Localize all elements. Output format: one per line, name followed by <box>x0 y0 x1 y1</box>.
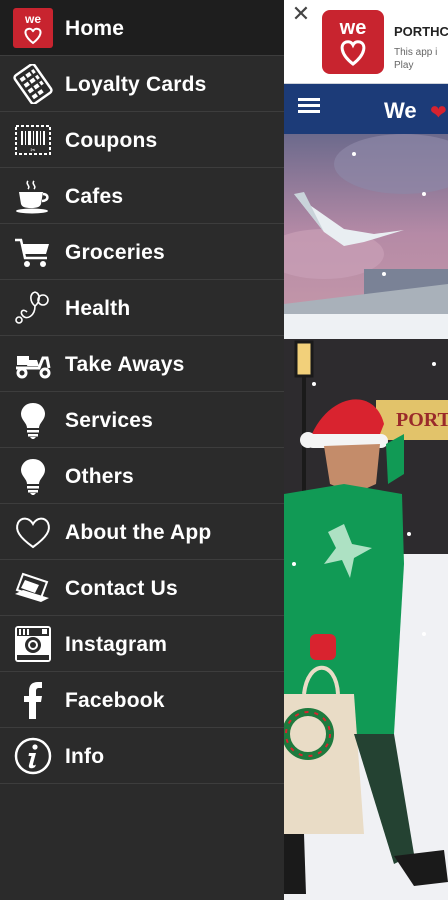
menu-item-groceries[interactable]: Groceries <box>0 224 284 280</box>
menu-item-info[interactable]: Info <box>0 728 284 784</box>
menu-item-facebook[interactable]: Facebook <box>0 672 284 728</box>
instagram-icon <box>13 624 53 664</box>
menu-item-home[interactable]: we Home <box>0 0 284 56</box>
menu-item-loyalty-cards[interactable]: Loyalty Cards <box>0 56 284 112</box>
menu-item-coupons[interactable]: ✂ Coupons <box>0 112 284 168</box>
menu-label-contact-us: Contact Us <box>65 577 178 600</box>
loyalty-card-icon <box>13 63 53 105</box>
svg-text:we: we <box>24 12 41 26</box>
heart-icon: ❤ <box>430 102 447 124</box>
menu-label-home: Home <box>65 17 125 40</box>
menu-item-about-the-app[interactable]: About the App <box>0 504 284 560</box>
menu-label-health: Health <box>65 297 131 320</box>
banner-subtitle: This app i Play <box>394 47 438 71</box>
scooter-icon <box>13 344 53 384</box>
menu-label-about-the-app: About the App <box>65 521 212 544</box>
coupon-icon: ✂ <box>13 120 53 160</box>
menu-label-services: Services <box>65 409 154 432</box>
shopping-cart-icon <box>13 232 53 272</box>
menu-label-info: Info <box>65 745 105 768</box>
install-banner[interactable]: ✕ we PORTHC This app i Play <box>284 0 448 84</box>
menu-label-coupons: Coupons <box>65 129 158 152</box>
home-heart-icon: we <box>13 8 53 48</box>
heart-outline-icon <box>13 512 53 552</box>
menu-label-others: Others <box>65 465 134 488</box>
close-icon[interactable]: ✕ <box>290 3 312 26</box>
lightbulb-icon <box>13 400 53 440</box>
menu-item-others[interactable]: Others <box>0 448 284 504</box>
menu-item-contact-us[interactable]: Contact Us <box>0 560 284 616</box>
facebook-icon <box>13 680 53 720</box>
svg-text:PORT: PORT <box>396 409 448 431</box>
hamburger-menu-icon[interactable] <box>298 98 320 118</box>
app-logo-text: we <box>339 17 367 39</box>
navigation-drawer: we Home Loyalty Cards ✂ Coupons Cafes Gr… <box>0 0 284 900</box>
menu-label-cafes: Cafes <box>65 185 124 208</box>
lightbulb-icon <box>13 456 53 496</box>
app-title: We <box>384 98 417 123</box>
menu-item-take-aways[interactable]: Take Aways <box>0 336 284 392</box>
svg-text:✂: ✂ <box>30 148 35 154</box>
menu-label-loyalty-cards: Loyalty Cards <box>65 73 207 96</box>
menu-label-facebook: Facebook <box>65 689 165 712</box>
app-logo: we <box>322 10 384 74</box>
coffee-cup-icon <box>13 176 53 216</box>
menu-item-health[interactable]: Health <box>0 280 284 336</box>
menu-label-instagram: Instagram <box>65 633 168 656</box>
menu-label-groceries: Groceries <box>65 241 165 264</box>
menu-label-take-aways: Take Aways <box>65 353 185 376</box>
app-topbar: We ❤ <box>284 84 448 134</box>
menu-item-instagram[interactable]: Instagram <box>0 616 284 672</box>
laptop-icon <box>13 568 53 608</box>
menu-item-services[interactable]: Services <box>0 392 284 448</box>
banner-title: PORTHC <box>394 24 448 39</box>
background-app: ✕ we PORTHC This app i Play We ❤ PORT <box>284 0 448 900</box>
hero-illustration: PORT <box>284 134 448 900</box>
menu-item-cafes[interactable]: Cafes <box>0 168 284 224</box>
stethoscope-icon <box>13 288 53 328</box>
info-icon <box>13 736 53 776</box>
